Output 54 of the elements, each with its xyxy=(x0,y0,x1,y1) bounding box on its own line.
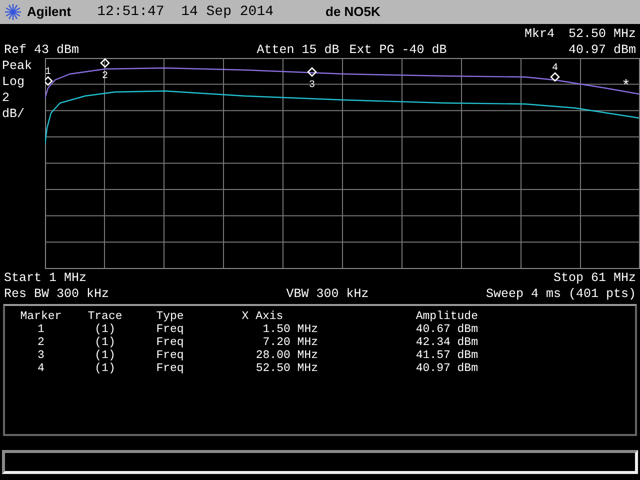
column-header: Type xyxy=(155,310,185,323)
scale-label: 2 xyxy=(2,90,10,106)
scale-label: Log xyxy=(2,74,25,90)
table-cell-text: 41.57 dBm xyxy=(414,349,478,362)
table-cell-text: 4 xyxy=(36,362,46,375)
table-cell-text: 1 xyxy=(36,323,46,336)
table-cell-text: 40.97 dBm xyxy=(414,362,478,375)
sweep-time: Sweep 4 ms (401 pts) xyxy=(486,286,636,302)
marker-number: 4 xyxy=(552,63,558,74)
table-cell-text: (1) xyxy=(94,362,116,375)
column-header: Amplitude xyxy=(414,310,478,323)
resolution-bandwidth: Res BW 300 kHz xyxy=(4,286,110,302)
table-cell-text: 2 xyxy=(36,336,46,349)
start-frequency: Start 1 MHz xyxy=(4,270,87,286)
date-time: 12:51:47 14 Sep 2014 xyxy=(97,4,274,20)
column-header: Trace xyxy=(86,310,124,323)
table-cell-text: Freq xyxy=(155,349,185,362)
scale-label: dB/ xyxy=(2,106,25,122)
marker-diamond-icon xyxy=(45,76,53,86)
stop-frequency: Stop 61 MHz xyxy=(553,270,636,286)
marker-diamond-icon xyxy=(550,72,560,82)
table-cell-text: 42.34 dBm xyxy=(414,336,478,349)
table-cell-text: Freq xyxy=(155,323,185,336)
attenuation: Atten 15 dB xyxy=(256,42,340,58)
marker-number: 2 xyxy=(102,71,108,82)
command-line-field[interactable] xyxy=(2,450,638,474)
marker-diamond-icon xyxy=(307,67,317,77)
asterisk-symbol: * xyxy=(622,78,630,95)
table-cell-text: (1) xyxy=(94,323,116,336)
marker-frequency: 52.50 MHz xyxy=(568,26,636,42)
video-bandwidth: VBW 300 kHz xyxy=(286,286,369,302)
marker-label: Mkr4 xyxy=(524,26,554,42)
table-cell-text: Freq xyxy=(155,362,185,375)
table-cell-text: 3 xyxy=(36,349,46,362)
table-cell-text: (1) xyxy=(94,349,116,362)
marker-number: 3 xyxy=(309,80,315,91)
marker-diamond-icon xyxy=(100,58,110,68)
table-cell-text: Freq xyxy=(155,336,185,349)
column-header: X Axis xyxy=(240,310,284,323)
table-cell-text: 7.20 MHz xyxy=(262,336,318,349)
table-cell-text: 28.00 MHz xyxy=(254,349,318,362)
table-cell-text: 52.50 MHz xyxy=(254,362,318,375)
starburst-logo-icon xyxy=(4,3,22,21)
marker-number: 1 xyxy=(45,67,51,78)
table-cell-text: 40.67 dBm xyxy=(414,323,478,336)
marker-amplitude: 40.97 dBm xyxy=(568,42,636,58)
reference-level: Ref 43 dBm xyxy=(4,42,80,58)
table-cell-text: (1) xyxy=(94,336,116,349)
brand-name: Agilent xyxy=(27,4,72,20)
external-preamp-gain: Ext PG -40 dB xyxy=(349,42,447,58)
screen-title: de NO5K xyxy=(326,4,380,20)
column-header: Marker xyxy=(19,310,63,323)
table-cell-text: 1.50 MHz xyxy=(262,323,318,336)
scale-label: Peak xyxy=(2,58,32,74)
